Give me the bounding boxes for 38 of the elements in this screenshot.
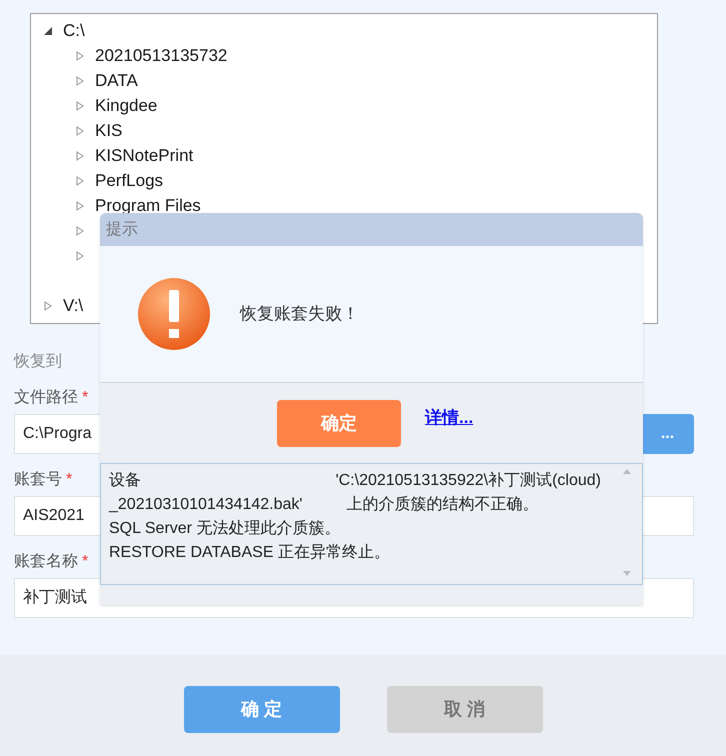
- detail-text: SQL Server 无法处理此介质簇。: [109, 518, 340, 539]
- warning-icon: [138, 278, 210, 350]
- error-message: 恢复账套失败！: [240, 303, 359, 326]
- required-mark: *: [66, 470, 72, 490]
- field-label: 账套名称: [14, 552, 78, 572]
- field-label: 账套号: [14, 470, 62, 490]
- expanded-arrow-icon[interactable]: [43, 26, 53, 36]
- field-label: 文件路径: [14, 388, 78, 408]
- tree-item[interactable]: C:\: [63, 18, 85, 43]
- detail-text: _20210310101434142.bak': [109, 495, 302, 515]
- tree-item[interactable]: 20210513135732: [95, 43, 228, 68]
- tree-item[interactable]: DATA: [95, 68, 138, 93]
- required-mark: *: [82, 388, 88, 408]
- detail-text: RESTORE DATABASE 正在异常终止。: [109, 542, 390, 563]
- collapsed-arrow-icon[interactable]: [75, 200, 85, 210]
- collapsed-arrow-icon[interactable]: [75, 176, 85, 186]
- collapsed-arrow-icon[interactable]: [75, 126, 85, 136]
- tree-item[interactable]: PerfLogs: [95, 168, 164, 193]
- tree-item[interactable]: KISNotePrint: [95, 143, 194, 168]
- tree-item[interactable]: Kingdee: [95, 93, 158, 118]
- detail-text: 设备: [109, 471, 141, 491]
- detail-text: 'C:\20210513135922\补丁测试(cloud): [336, 470, 601, 491]
- collapsed-arrow-icon[interactable]: [75, 226, 85, 236]
- required-mark: *: [82, 552, 88, 572]
- collapsed-arrow-icon[interactable]: [75, 150, 85, 160]
- details-link[interactable]: 详情...: [425, 405, 474, 431]
- collapsed-arrow-icon[interactable]: [43, 300, 53, 310]
- collapsed-arrow-icon[interactable]: [75, 50, 85, 60]
- tree-item[interactable]: V:\: [63, 293, 84, 318]
- section-label: 恢复到: [14, 352, 63, 372]
- collapsed-arrow-icon[interactable]: [75, 250, 85, 260]
- collapsed-arrow-icon[interactable]: [75, 76, 85, 86]
- collapsed-arrow-icon[interactable]: [75, 100, 85, 110]
- dialog-title: 提示: [106, 220, 138, 240]
- tree-item[interactable]: KIS: [95, 118, 122, 143]
- detail-text: 上的介质簇的结构不正确。: [346, 494, 538, 515]
- scroll-down-icon[interactable]: [623, 571, 631, 576]
- scroll-up-icon[interactable]: [623, 469, 631, 474]
